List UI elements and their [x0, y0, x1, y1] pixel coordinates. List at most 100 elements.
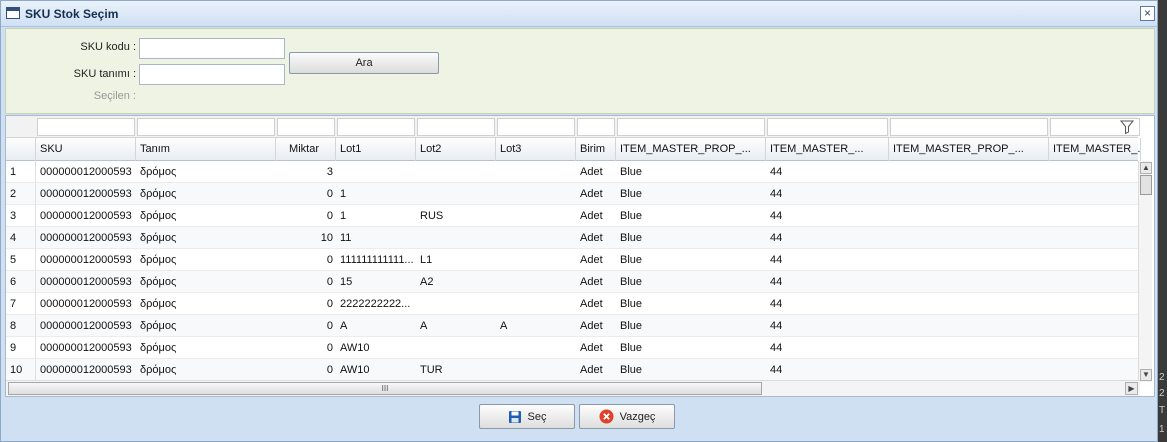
table-cell-miktar: 0 — [326, 188, 333, 200]
table-cell-lot1: 2222222222... — [340, 298, 411, 310]
table-cell-p1: Blue — [620, 276, 643, 288]
table-cell-p1: Blue — [620, 188, 643, 200]
column-filter-box[interactable] — [577, 118, 615, 136]
table-cell-sku: 000000012000593 — [40, 254, 132, 266]
column-header[interactable]: ITEM_MASTER_PROP_... — [889, 138, 1049, 161]
sku-description-input[interactable] — [139, 64, 285, 85]
table-cell-lot3 — [496, 359, 576, 381]
table-cell-miktar: 10 — [320, 232, 333, 244]
table-cell-birim: Adet — [580, 364, 603, 376]
table-cell-p2: 44 — [770, 232, 783, 244]
table-cell-birim: Adet — [580, 320, 603, 332]
cancel-icon — [599, 409, 614, 424]
table-cell-tanim: δρόμος — [140, 232, 177, 244]
table-row[interactable]: 9 000000012000593 δρόμος 0 AW10 Adet Blue 44 — [6, 337, 1138, 359]
table-cell-lot3 — [496, 249, 576, 271]
column-filter-box[interactable] — [617, 118, 765, 136]
table-cell-birim: Adet — [580, 342, 603, 354]
column-filter-box[interactable] — [277, 118, 335, 136]
table-cell-sku: 000000012000593 — [40, 210, 132, 222]
save-icon — [508, 410, 521, 423]
column-header[interactable]: ITEM_MASTER_... — [1049, 138, 1141, 161]
column-header[interactable]: Lot2 — [416, 138, 496, 161]
table-cell-lot2: TUR — [420, 364, 443, 376]
table-cell-birim: Adet — [580, 210, 603, 222]
row-number: 8 — [6, 315, 36, 337]
column-header[interactable]: Lot1 — [336, 138, 416, 161]
column-filter-box[interactable] — [497, 118, 575, 136]
column-header[interactable]: Lot3 — [496, 138, 576, 161]
table-row[interactable]: 6 000000012000593 δρόμος 0 15 A2 Adet Blue 44 — [6, 271, 1138, 293]
row-number: 6 — [6, 271, 36, 293]
column-filter-box[interactable] — [767, 118, 888, 136]
column-filter-box[interactable] — [890, 118, 1048, 136]
table-row[interactable]: 10 000000012000593 δρόμος 0 AW10 TUR Adet Blue 4… — [6, 359, 1138, 381]
table-cell-miktar: 0 — [326, 210, 333, 222]
row-number: 5 — [6, 249, 36, 271]
column-header[interactable]: Tanım — [136, 138, 276, 161]
cancel-button[interactable]: Vazgeç — [579, 404, 675, 429]
column-filter-box[interactable] — [37, 118, 135, 136]
row-number-header — [6, 138, 36, 161]
table-row[interactable]: 4 000000012000593 δρόμος 10 11 Adet Blue 44 — [6, 227, 1138, 249]
table-cell-birim: Adet — [580, 166, 603, 178]
column-header[interactable]: Birim — [576, 138, 616, 161]
column-header[interactable]: ITEM_MASTER_... — [766, 138, 889, 161]
side-strip-char: T — [1159, 405, 1166, 416]
close-icon[interactable]: × — [1140, 6, 1155, 21]
scroll-down-icon[interactable]: ▼ — [1140, 369, 1152, 381]
cancel-button-label: Vazgeç — [619, 410, 656, 423]
stock-grid: SKU Tanım Miktar Lot1 Lot2 Lot3 Birim ITEM_MAST… — [5, 115, 1155, 397]
grid-body: 1 000000012000593 δρόμος 3 Adet Blue 44 2 000000… — [6, 161, 1138, 381]
horizontal-scrollbar[interactable]: III ▶ — [6, 380, 1140, 396]
table-cell-lot3: A — [500, 320, 508, 332]
search-button[interactable]: Ara — [289, 52, 439, 74]
table-row[interactable]: 3 000000012000593 δρόμος 0 1 RUS Adet Blue 44 — [6, 205, 1138, 227]
table-cell-tanim: δρόμος — [140, 298, 177, 310]
table-row[interactable]: 2 000000012000593 δρόμος 0 1 Adet Blue 44 — [6, 183, 1138, 205]
table-cell-lot3 — [496, 293, 576, 315]
table-cell-birim: Adet — [580, 254, 603, 266]
table-cell-lot2 — [416, 161, 496, 183]
table-cell-miktar: 3 — [326, 166, 333, 178]
horizontal-scroll-thumb[interactable]: III — [8, 382, 762, 395]
sku-stock-selection-dialog: SKU Stok Seçim × SKU kodu : SKU tanımı :… — [0, 0, 1158, 442]
row-number: 7 — [6, 293, 36, 315]
dialog-titlebar[interactable]: SKU Stok Seçim × — [1, 1, 1157, 27]
row-number: 4 — [6, 227, 36, 249]
table-cell-sku: 000000012000593 — [40, 364, 132, 376]
table-row[interactable]: 5 000000012000593 δρόμος 0 111111111111... L1… — [6, 249, 1138, 271]
column-filter-box[interactable] — [337, 118, 415, 136]
table-cell-lot3 — [496, 183, 576, 205]
table-cell-lot3 — [496, 161, 576, 183]
table-row[interactable]: 1 000000012000593 δρόμος 3 Adet Blue 44 — [6, 161, 1138, 183]
filter-funnel-icon[interactable] — [1120, 120, 1134, 134]
table-cell-lot1: 111111111111... — [340, 254, 414, 266]
table-row[interactable]: 8 000000012000593 δρόμος 0 A A A Adet Blue 44 — [6, 315, 1138, 337]
select-button[interactable]: Seç — [479, 404, 575, 429]
table-cell-tanim: δρόμος — [140, 210, 177, 222]
scroll-right-icon[interactable]: ▶ — [1125, 382, 1138, 395]
table-cell-p2: 44 — [770, 276, 783, 288]
column-header[interactable]: Miktar — [276, 138, 336, 161]
table-cell-lot3 — [496, 227, 576, 249]
table-cell-p2: 44 — [770, 188, 783, 200]
table-cell-sku: 000000012000593 — [40, 276, 132, 288]
scroll-up-icon[interactable]: ▲ — [1140, 162, 1152, 174]
grid-header: SKU Tanım Miktar Lot1 Lot2 Lot3 Birim ITEM_MAST… — [6, 138, 1141, 161]
table-cell-lot2 — [416, 227, 496, 249]
sku-code-input[interactable] — [139, 38, 285, 59]
table-cell-miktar: 0 — [326, 364, 333, 376]
dialog-title: SKU Stok Seçim — [25, 7, 119, 21]
table-row[interactable]: 7 000000012000593 δρόμος 0 2222222222... Adet… — [6, 293, 1138, 315]
table-cell-lot3 — [496, 337, 576, 359]
column-header[interactable]: ITEM_MASTER_PROP_... — [616, 138, 766, 161]
select-button-label: Seç — [527, 410, 547, 423]
column-filter-box[interactable] — [417, 118, 495, 136]
column-filter-box[interactable] — [137, 118, 275, 136]
table-cell-lot1 — [336, 161, 416, 183]
vertical-scrollbar[interactable]: ▲ ▼ — [1138, 161, 1152, 382]
vertical-scroll-thumb[interactable] — [1140, 175, 1152, 195]
column-header[interactable]: SKU — [36, 138, 136, 161]
window-icon — [6, 7, 20, 19]
